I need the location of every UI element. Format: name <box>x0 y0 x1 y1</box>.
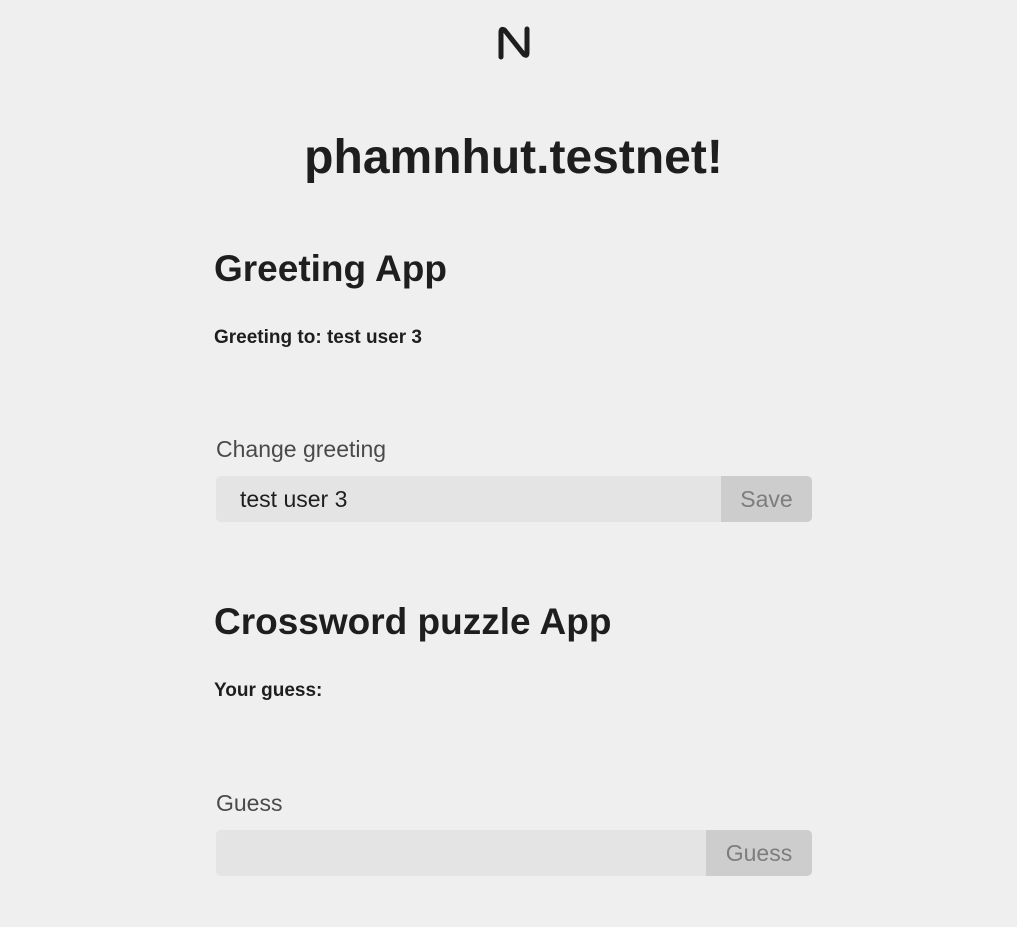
save-button[interactable]: Save <box>721 476 812 522</box>
near-logo-icon <box>498 26 530 60</box>
greeting-status: Greeting to: test user 3 <box>214 327 422 348</box>
guess-status: Your guess: <box>214 680 323 701</box>
change-greeting-form: Save <box>216 476 812 522</box>
greeting-app-title: Greeting App <box>214 248 447 289</box>
change-greeting-label: Change greeting <box>216 436 387 462</box>
greeting-input[interactable] <box>216 476 721 522</box>
crossword-app-title: Crossword puzzle App <box>214 601 612 642</box>
page-title: phamnhut.testnet! <box>304 131 723 184</box>
guess-input[interactable] <box>216 830 706 876</box>
guess-label: Guess <box>216 790 283 816</box>
guess-form: Guess <box>216 830 812 876</box>
guess-button[interactable]: Guess <box>706 830 812 876</box>
